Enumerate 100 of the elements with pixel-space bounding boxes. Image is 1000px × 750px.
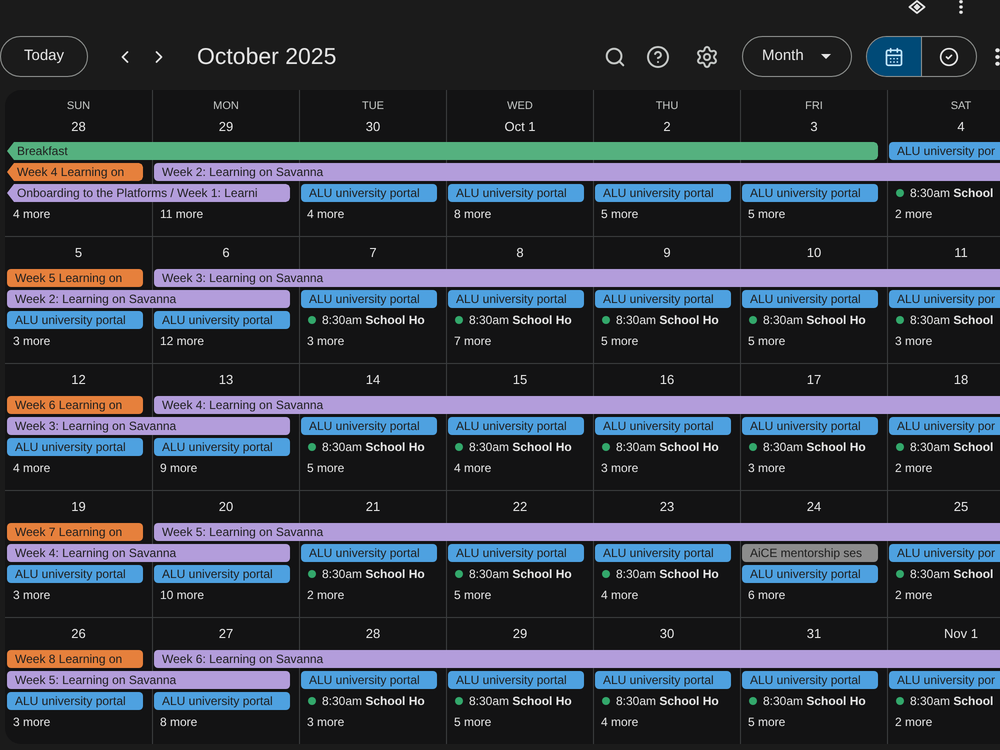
timed-event[interactable]: 8:30am School Ho [595, 311, 731, 329]
date-label[interactable]: 14 [366, 370, 380, 390]
date-label[interactable]: 22 [512, 497, 528, 517]
more-events-button[interactable]: 3 more [601, 459, 638, 477]
event-chip[interactable]: ALU university portal [448, 417, 584, 435]
date-label[interactable]: 27 [218, 624, 234, 644]
more-events-button[interactable]: 5 more [307, 459, 344, 477]
more-events-button[interactable]: 11 more [160, 205, 204, 223]
event-chip[interactable]: Week 5 Learning on [7, 269, 143, 287]
more-events-button[interactable]: 7 more [454, 332, 492, 350]
date-label[interactable]: 24 [806, 497, 822, 517]
timed-event[interactable]: 8:30am School [889, 438, 1000, 456]
event-chip[interactable]: ALU university portal [742, 417, 878, 435]
date-label[interactable]: 6 [222, 243, 230, 263]
date-label[interactable]: 23 [660, 497, 674, 517]
more-events-button[interactable]: 5 more [748, 332, 786, 350]
event-chip[interactable]: ALU university por [889, 417, 1000, 435]
event-chip[interactable]: Week 6: Learning on Savanna [154, 650, 1000, 668]
timed-event[interactable]: 8:30am School Ho [742, 438, 878, 456]
event-chip[interactable]: ALU university portal [742, 671, 878, 689]
more-events-button[interactable]: 5 more [601, 332, 638, 350]
event-chip[interactable]: Week 3: Learning on Savanna [154, 269, 1000, 287]
event-chip[interactable]: ALU university portal [742, 290, 878, 308]
more-events-button[interactable]: 5 more [601, 205, 638, 223]
event-chip[interactable]: ALU university portal [595, 290, 731, 308]
date-label[interactable]: 30 [366, 117, 380, 137]
event-chip[interactable]: ALU university por [889, 142, 1000, 160]
search-icon[interactable] [604, 46, 626, 68]
more-events-button[interactable]: 4 more [307, 205, 344, 223]
event-chip[interactable]: ALU university portal [7, 311, 143, 329]
date-label[interactable]: 29 [218, 117, 234, 137]
more-events-button[interactable]: 4 more [13, 459, 50, 477]
more-events-button[interactable]: 3 more [895, 332, 932, 350]
date-label[interactable]: 5 [74, 243, 82, 263]
timed-event[interactable]: 8:30am School Ho [301, 438, 437, 456]
event-chip[interactable]: ALU university portal [448, 544, 584, 562]
event-chip[interactable]: Week 4 Learning on [7, 163, 143, 181]
date-label[interactable]: 19 [71, 497, 86, 517]
more-events-button[interactable]: 2 more [895, 459, 932, 477]
event-chip[interactable]: ALU university portal [595, 671, 731, 689]
date-label[interactable]: 11 [954, 243, 968, 263]
more-events-button[interactable]: 12 more [160, 332, 204, 350]
more-events-button[interactable]: 2 more [895, 713, 932, 731]
event-chip[interactable]: Week 5: Learning on Savanna [154, 523, 1000, 541]
date-label[interactable]: 9 [663, 243, 671, 263]
timed-event[interactable]: 8:30am School Ho [448, 311, 584, 329]
timed-event[interactable]: 8:30am School Ho [595, 692, 731, 710]
more-options-icon[interactable] [995, 48, 1000, 66]
diamond-icon[interactable] [908, 0, 926, 14]
event-chip[interactable]: ALU university portal [595, 417, 731, 435]
more-events-button[interactable]: 10 more [160, 586, 204, 604]
event-chip[interactable]: Week 6 Learning on [7, 396, 143, 414]
event-chip[interactable]: ALU university portal [301, 544, 437, 562]
date-label[interactable]: 30 [660, 624, 674, 644]
event-chip[interactable]: ALU university portal [301, 184, 437, 202]
event-chip[interactable]: ALU university portal [7, 692, 143, 710]
more-events-button[interactable]: 2 more [307, 586, 344, 604]
event-chip[interactable]: ALU university portal [742, 184, 878, 202]
event-chip[interactable]: Week 4: Learning on Savanna [7, 544, 290, 562]
settings-icon[interactable] [695, 44, 719, 68]
help-icon[interactable] [646, 44, 670, 68]
date-label[interactable]: 15 [512, 370, 528, 390]
event-chip[interactable]: ALU university portal [448, 184, 584, 202]
timed-event[interactable]: 8:30am School Ho [448, 438, 584, 456]
event-chip[interactable]: AiCE mentorship ses [742, 544, 878, 562]
timed-event[interactable]: 8:30am School Ho [448, 565, 584, 583]
event-chip[interactable]: Week 2: Learning on Savanna [154, 163, 1000, 181]
timed-event[interactable]: 8:30am School Ho [742, 311, 878, 329]
date-label[interactable]: 18 [954, 370, 968, 390]
date-label[interactable]: 26 [71, 624, 86, 644]
more-events-button[interactable]: 9 more [160, 459, 198, 477]
date-label[interactable]: 13 [218, 370, 234, 390]
date-label[interactable]: 10 [806, 243, 822, 263]
more-events-button[interactable]: 3 more [13, 586, 50, 604]
more-events-button[interactable]: 3 more [307, 332, 344, 350]
more-events-button[interactable]: 3 more [13, 713, 50, 731]
date-label[interactable]: 28 [366, 624, 380, 644]
date-label[interactable]: 28 [71, 117, 86, 137]
more-events-button[interactable]: 2 more [895, 586, 932, 604]
event-chip[interactable]: ALU university portal [301, 417, 437, 435]
event-chip[interactable]: ALU university por [889, 671, 1000, 689]
timed-event[interactable]: 8:30am School Ho [742, 692, 878, 710]
timed-event[interactable]: 8:30am School Ho [301, 311, 437, 329]
timed-event[interactable]: 8:30am School Ho [595, 565, 731, 583]
event-chip[interactable]: ALU university portal [7, 438, 143, 456]
event-chip[interactable]: Week 5: Learning on Savanna [7, 671, 290, 689]
event-chip[interactable]: ALU university portal [742, 565, 878, 583]
timed-event[interactable]: 8:30am School [889, 692, 1000, 710]
date-label[interactable]: 17 [806, 370, 822, 390]
date-label[interactable]: 16 [660, 370, 674, 390]
timed-event[interactable]: 8:30am School [889, 184, 1000, 202]
more-events-button[interactable]: 4 more [601, 586, 638, 604]
event-chip[interactable]: Breakfast [7, 142, 878, 160]
date-label[interactable]: Oct 1 [504, 117, 536, 137]
event-chip[interactable]: Week 3: Learning on Savanna [7, 417, 290, 435]
more-options-icon[interactable] [959, 0, 963, 14]
event-chip[interactable]: Onboarding to the Platforms / Week 1: Learni [7, 184, 290, 202]
more-events-button[interactable]: 4 more [601, 713, 638, 731]
date-label[interactable]: 31 [806, 624, 822, 644]
more-events-button[interactable]: 3 more [307, 713, 344, 731]
